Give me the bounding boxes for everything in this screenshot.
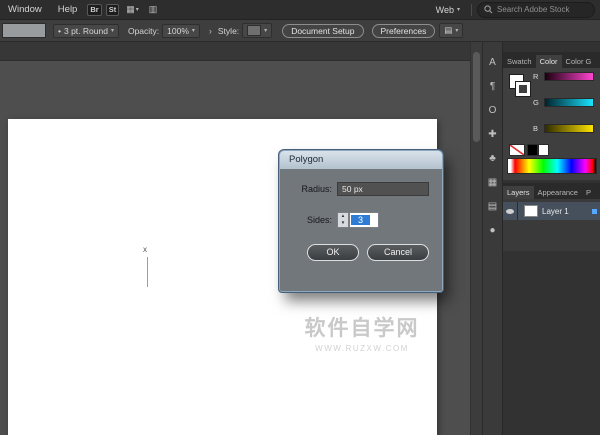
sides-selected-value: 3 xyxy=(351,215,370,225)
pathfinder-panel-icon[interactable]: ▤ xyxy=(485,202,501,212)
preferences-button[interactable]: Preferences xyxy=(372,24,436,38)
blue-channel-row: B xyxy=(533,124,594,133)
control-bar: • 3 pt. Round ▾ Opacity: 100% ▾ › Style:… xyxy=(0,20,600,42)
document-layout-icon: ▥ xyxy=(149,4,158,15)
menu-window[interactable]: Window xyxy=(0,4,50,15)
arrange-documents-icon: ▦ xyxy=(126,4,135,15)
symbols-panel-icon[interactable]: ♣ xyxy=(485,154,501,164)
tab-color-guide[interactable]: Color G xyxy=(562,55,596,68)
chevron-down-icon: ▾ xyxy=(455,27,458,34)
selection-indicator[interactable] xyxy=(592,209,597,214)
polygon-dialog: Polygon Radius: 50 px Sides: ▲ ▼ 3 OK Ca… xyxy=(279,150,443,292)
transform-panel-icon[interactable]: ✚ xyxy=(485,130,501,140)
radius-input[interactable]: 50 px xyxy=(337,182,429,196)
red-channel-label: R xyxy=(533,72,540,81)
red-channel-row: R xyxy=(533,72,594,81)
workspace-switcher[interactable]: Web ▾ xyxy=(436,5,460,15)
red-channel-slider[interactable] xyxy=(544,72,594,81)
color-tab-bar: Swatch Color Color G xyxy=(503,52,600,68)
blue-channel-label: B xyxy=(533,124,540,133)
stock-search-box[interactable] xyxy=(477,2,595,18)
chevron-right-icon: › xyxy=(209,26,212,36)
color-spectrum-bar[interactable] xyxy=(507,158,597,174)
bullet-icon: • xyxy=(58,26,61,36)
chevron-down-icon: ▾ xyxy=(136,6,139,13)
stepper-down-icon[interactable]: ▼ xyxy=(338,220,348,227)
document-setup-button[interactable]: Document Setup xyxy=(282,24,363,38)
cancel-button[interactable]: Cancel xyxy=(367,244,429,261)
ok-button[interactable]: OK xyxy=(307,244,359,261)
white-swatch-icon[interactable] xyxy=(538,144,549,156)
layers-panel: Layer 1 xyxy=(503,199,600,251)
visibility-toggle[interactable] xyxy=(503,202,518,220)
opacity-label: Opacity: xyxy=(128,26,159,36)
document-tab-strip xyxy=(0,42,470,61)
green-channel-slider[interactable] xyxy=(544,98,594,107)
vertical-scrollbar[interactable] xyxy=(470,42,482,435)
stroke-swatch-icon[interactable] xyxy=(516,82,530,96)
opacity-dropdown[interactable]: 100% ▾ xyxy=(162,24,200,38)
fill-color-swatch[interactable] xyxy=(2,23,46,38)
paragraph-panel-icon[interactable]: ¶ xyxy=(485,82,501,92)
tab-appearance[interactable]: Appearance xyxy=(534,186,582,199)
menu-help[interactable]: Help xyxy=(50,4,86,15)
menu-bar: Window Help Br St ▦ ▾ ▥ Web ▾ xyxy=(0,0,600,20)
chevron-down-icon: ▾ xyxy=(264,27,267,34)
stroke-style-dropdown[interactable]: • 3 pt. Round ▾ xyxy=(53,24,119,38)
align-icon: ▤ xyxy=(444,25,452,36)
path-segment xyxy=(147,257,148,287)
panel-icon-dock: A ¶ O ✚ ♣ ▦ ▤ ● xyxy=(482,42,502,435)
chevron-down-icon: ▾ xyxy=(192,27,195,34)
color-panel: R G B xyxy=(503,68,600,180)
watermark-url: WWW.RUZXW.COM xyxy=(286,344,438,353)
document-layout-button[interactable]: ▥ xyxy=(149,4,158,15)
green-channel-row: G xyxy=(533,98,594,107)
none-swatch-icon[interactable] xyxy=(509,144,525,156)
chevron-down-icon: ▾ xyxy=(457,6,460,13)
align-dropdown[interactable]: ▤ ▾ xyxy=(439,23,463,38)
layer-thumbnail xyxy=(524,205,538,217)
layer-row[interactable]: Layer 1 xyxy=(503,202,600,220)
eye-icon xyxy=(506,209,514,214)
style-swatch-icon xyxy=(247,25,261,36)
tab-properties[interactable]: P xyxy=(582,186,595,199)
stroke-style-value: 3 pt. Round xyxy=(64,26,108,36)
illustrator-window: Window Help Br St ▦ ▾ ▥ Web ▾ • 3 pt. xyxy=(0,0,600,435)
sides-label: Sides: xyxy=(292,215,332,225)
workspace-label: Web xyxy=(436,5,454,15)
character-panel-icon[interactable]: A xyxy=(485,58,501,68)
bridge-button[interactable]: Br xyxy=(87,4,101,16)
opacity-value: 100% xyxy=(167,26,189,36)
style-label: Style: xyxy=(218,26,239,36)
dialog-title-bar[interactable]: Polygon xyxy=(280,151,442,169)
search-icon xyxy=(484,5,493,14)
blue-channel-slider[interactable] xyxy=(544,124,594,133)
sides-stepper[interactable]: ▲ ▼ xyxy=(337,212,349,228)
stepper-up-icon[interactable]: ▲ xyxy=(338,213,348,220)
watermark: 软件自学网 WWW.RUZXW.COM xyxy=(286,316,438,353)
tab-color[interactable]: Color xyxy=(536,55,562,68)
tab-layers[interactable]: Layers xyxy=(503,186,534,199)
search-input[interactable] xyxy=(497,5,585,14)
radius-label: Radius: xyxy=(292,184,332,194)
style-dropdown[interactable]: ▾ xyxy=(242,23,272,38)
artboards-panel-icon[interactable]: ▦ xyxy=(485,178,501,188)
brushes-panel-icon[interactable]: ● xyxy=(485,226,501,236)
opentype-panel-icon[interactable]: O xyxy=(485,106,501,116)
menubar-divider xyxy=(471,4,472,16)
sides-input[interactable]: 3 xyxy=(349,212,379,228)
chevron-down-icon: ▾ xyxy=(111,27,114,34)
layers-tab-bar: Layers Appearance P xyxy=(503,183,600,199)
black-swatch-icon[interactable] xyxy=(527,144,538,156)
scrollbar-thumb[interactable] xyxy=(473,52,480,142)
anchor-x-marker: x xyxy=(143,246,147,254)
stock-button[interactable]: St xyxy=(106,4,120,16)
arrange-documents-button[interactable]: ▦ ▾ xyxy=(126,4,139,15)
panel-dock: Swatch Color Color G R G B xyxy=(502,42,600,435)
green-channel-label: G xyxy=(533,98,540,107)
layer-name: Layer 1 xyxy=(542,207,592,216)
watermark-title: 软件自学网 xyxy=(286,316,438,342)
tab-swatches[interactable]: Swatch xyxy=(503,55,536,68)
